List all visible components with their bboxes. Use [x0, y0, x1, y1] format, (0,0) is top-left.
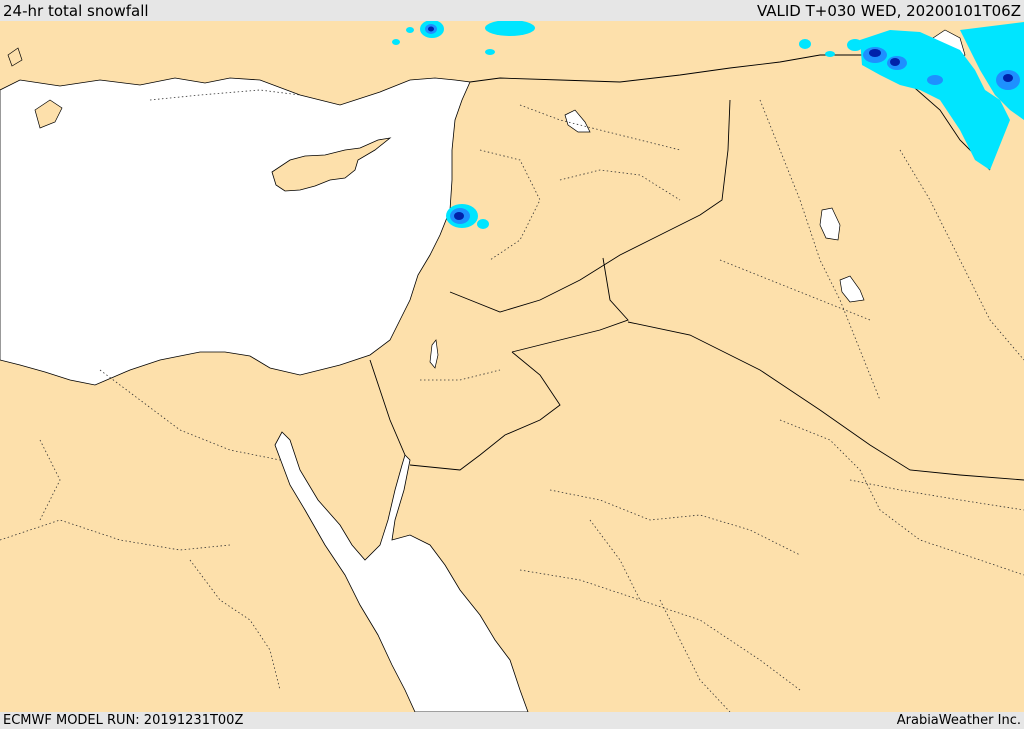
map-title: 24-hr total snowfall [3, 1, 149, 20]
valid-time: VALID T+030 WED, 20200101T06Z [756, 1, 1021, 20]
model-run: ECMWF MODEL RUN: 20191231T00Z [3, 713, 244, 728]
snowfall-map [0, 21, 1024, 712]
credit: ArabiaWeather Inc. [896, 713, 1021, 728]
map-footer: ECMWF MODEL RUN: 20191231T00Z ArabiaWeat… [0, 712, 1024, 729]
map-header: 24-hr total snowfall VALID T+030 WED, 20… [0, 0, 1024, 21]
